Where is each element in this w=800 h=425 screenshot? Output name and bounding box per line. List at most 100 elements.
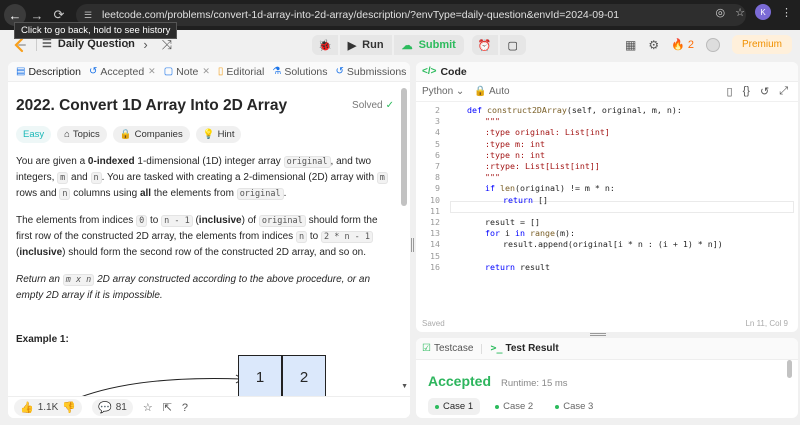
- streak-counter[interactable]: 🔥 2: [671, 38, 694, 52]
- tab-test-result[interactable]: >_ Test Result: [490, 343, 558, 354]
- description-scrollbar[interactable]: [401, 88, 407, 206]
- tab-label: Note: [176, 65, 199, 78]
- prev-problem-icon[interactable]: ‹: [125, 37, 129, 53]
- document-icon: ▤: [16, 66, 26, 77]
- cloud-upload-icon: ☁: [401, 39, 413, 52]
- tab-accepted[interactable]: ↺ Accepted ✕: [85, 62, 160, 82]
- tab-submissions[interactable]: ↺ Submissions: [332, 62, 410, 82]
- line-number: 7: [435, 161, 440, 171]
- lock-icon: 🔒: [119, 129, 132, 140]
- line-number: 16: [430, 261, 440, 272]
- checkbox-icon: ☑: [422, 343, 431, 354]
- code-token: (m):: [554, 228, 575, 239]
- code-line[interactable]: 5:type m: int: [416, 139, 786, 150]
- save-status: Saved: [422, 319, 445, 328]
- timer-button[interactable]: ⏰: [471, 35, 498, 55]
- premium-button[interactable]: Premium: [731, 35, 792, 54]
- bookmark-icon[interactable]: ▯: [727, 85, 733, 98]
- case-tab-2[interactable]: Case 2: [488, 398, 540, 415]
- check-circle-icon: ✓: [385, 100, 394, 111]
- code-token: []: [537, 194, 548, 205]
- leetcode-logo[interactable]: [12, 37, 28, 53]
- settings-icon[interactable]: ⚙: [648, 38, 659, 52]
- scroll-down-arrow-icon[interactable]: ▼: [401, 383, 408, 390]
- code-line[interactable]: 9 if len(original) != m * n:: [416, 183, 786, 194]
- expand-icon[interactable]: ⤢: [779, 85, 788, 98]
- code-line[interactable]: 6:type n: int: [416, 150, 786, 161]
- tab-note[interactable]: ▢ Note ✕: [160, 62, 214, 82]
- verdict: Accepted: [428, 373, 492, 389]
- eye-off-icon[interactable]: ◎: [716, 6, 726, 19]
- close-icon[interactable]: ✕: [148, 66, 156, 77]
- shuffle-icon[interactable]: ⤨: [162, 37, 172, 53]
- case-tab-1[interactable]: Case 1: [428, 398, 481, 415]
- code-editor[interactable]: 2 def construct2DArray(self, original, m,…: [416, 102, 798, 312]
- profile-avatar[interactable]: K: [755, 4, 771, 20]
- user-avatar[interactable]: [705, 37, 720, 52]
- run-label: Run: [362, 39, 384, 51]
- thumbs-down-icon[interactable]: 👎: [62, 401, 76, 414]
- panel-resize-handle-vertical[interactable]: [411, 238, 414, 252]
- debugger-button[interactable]: 🐞: [312, 35, 338, 55]
- auto-mode-toggle[interactable]: 🔒 Auto: [474, 86, 509, 97]
- code-line[interactable]: 4:type original: List[int]: [416, 127, 786, 138]
- code-line[interactable]: 15: [416, 251, 786, 262]
- line-number: 5: [435, 138, 440, 149]
- code-header-label: Code: [440, 65, 467, 78]
- layout-icon[interactable]: ▦: [625, 38, 636, 52]
- code-line[interactable]: 13 for i in range(m):: [416, 228, 786, 239]
- star-icon[interactable]: ☆: [143, 401, 153, 414]
- share-icon[interactable]: ⇱: [163, 401, 172, 414]
- description-panel: ▤ Description ↺ Accepted ✕ ▢ Note ✕ ▯ Ed…: [8, 62, 410, 418]
- problem-title[interactable]: 2022. Convert 1D Array Into 2D Array: [16, 97, 394, 115]
- run-button[interactable]: ▶ Run: [339, 35, 392, 55]
- bookmark-star-icon[interactable]: ☆: [735, 6, 745, 19]
- topics-chip[interactable]: ⌂ Topics: [57, 126, 107, 143]
- panel-resize-handle-horizontal[interactable]: [590, 333, 606, 336]
- code-token: result.append(original[i * n : (i + 1) *…: [503, 239, 723, 250]
- tab-description[interactable]: ▤ Description: [12, 62, 85, 82]
- like-button[interactable]: 👍 1.1K 👎: [14, 399, 82, 416]
- code-line[interactable]: 2 def construct2DArray(self, original, m,…: [416, 105, 786, 116]
- case-tab-3[interactable]: Case 3: [548, 398, 600, 415]
- line-number: 11: [430, 205, 440, 216]
- menu-icon[interactable]: ⋮: [781, 6, 792, 19]
- code-line[interactable]: 12 result = []: [416, 217, 786, 228]
- tab-label: Submissions: [346, 65, 407, 78]
- code-line[interactable]: 14 result.append(original[i * n : (i + 1)…: [416, 239, 786, 250]
- code-line[interactable]: 3 """: [416, 116, 786, 127]
- hint-chip[interactable]: 💡 Hint: [195, 126, 242, 143]
- description-paragraph-2: The elements from indices 0 to n - 1 (in…: [16, 215, 378, 258]
- code-line[interactable]: 7:rtype: List[List[int]]: [416, 161, 786, 172]
- comments-button[interactable]: 💬 81: [91, 399, 133, 416]
- language-select[interactable]: Python ⌄: [422, 86, 464, 97]
- next-problem-icon[interactable]: ›: [143, 37, 147, 53]
- reset-icon[interactable]: ↺: [760, 85, 769, 98]
- companies-chip[interactable]: 🔒 Companies: [112, 126, 190, 143]
- streak-count: 2: [687, 38, 694, 51]
- notes-button[interactable]: ▢: [499, 35, 526, 55]
- code-header: </> Code: [416, 62, 798, 82]
- cursor-position: Ln 11, Col 9: [745, 319, 788, 328]
- submit-button[interactable]: ☁ Submit: [393, 35, 464, 55]
- tab-solutions[interactable]: ⚗ Solutions: [268, 62, 331, 82]
- tab-testcase[interactable]: ☑ Testcase: [422, 343, 473, 354]
- code-line[interactable]: 11: [416, 206, 786, 217]
- tab-editorial[interactable]: ▯ Editorial: [214, 62, 268, 82]
- chip-label: Topics: [72, 129, 100, 140]
- divider: [36, 39, 37, 51]
- result-scrollbar[interactable]: [787, 360, 792, 378]
- close-icon[interactable]: ✕: [202, 66, 210, 77]
- code-line[interactable]: 10 return []: [416, 195, 786, 206]
- line-number: 14: [430, 239, 440, 250]
- braces-icon[interactable]: {}: [743, 85, 750, 98]
- tab-label: Solutions: [284, 65, 328, 78]
- help-icon[interactable]: ?: [182, 402, 188, 414]
- code-line[interactable]: 16 return result: [416, 262, 786, 273]
- line-number: 15: [430, 250, 440, 261]
- fire-icon: 🔥: [671, 39, 685, 51]
- problem-description: 2022. Convert 1D Array Into 2D Array Sol…: [16, 88, 394, 418]
- site-settings-icon[interactable]: ☰: [84, 10, 94, 20]
- terminal-icon: >_: [490, 343, 503, 354]
- code-line[interactable]: 8 """: [416, 172, 786, 183]
